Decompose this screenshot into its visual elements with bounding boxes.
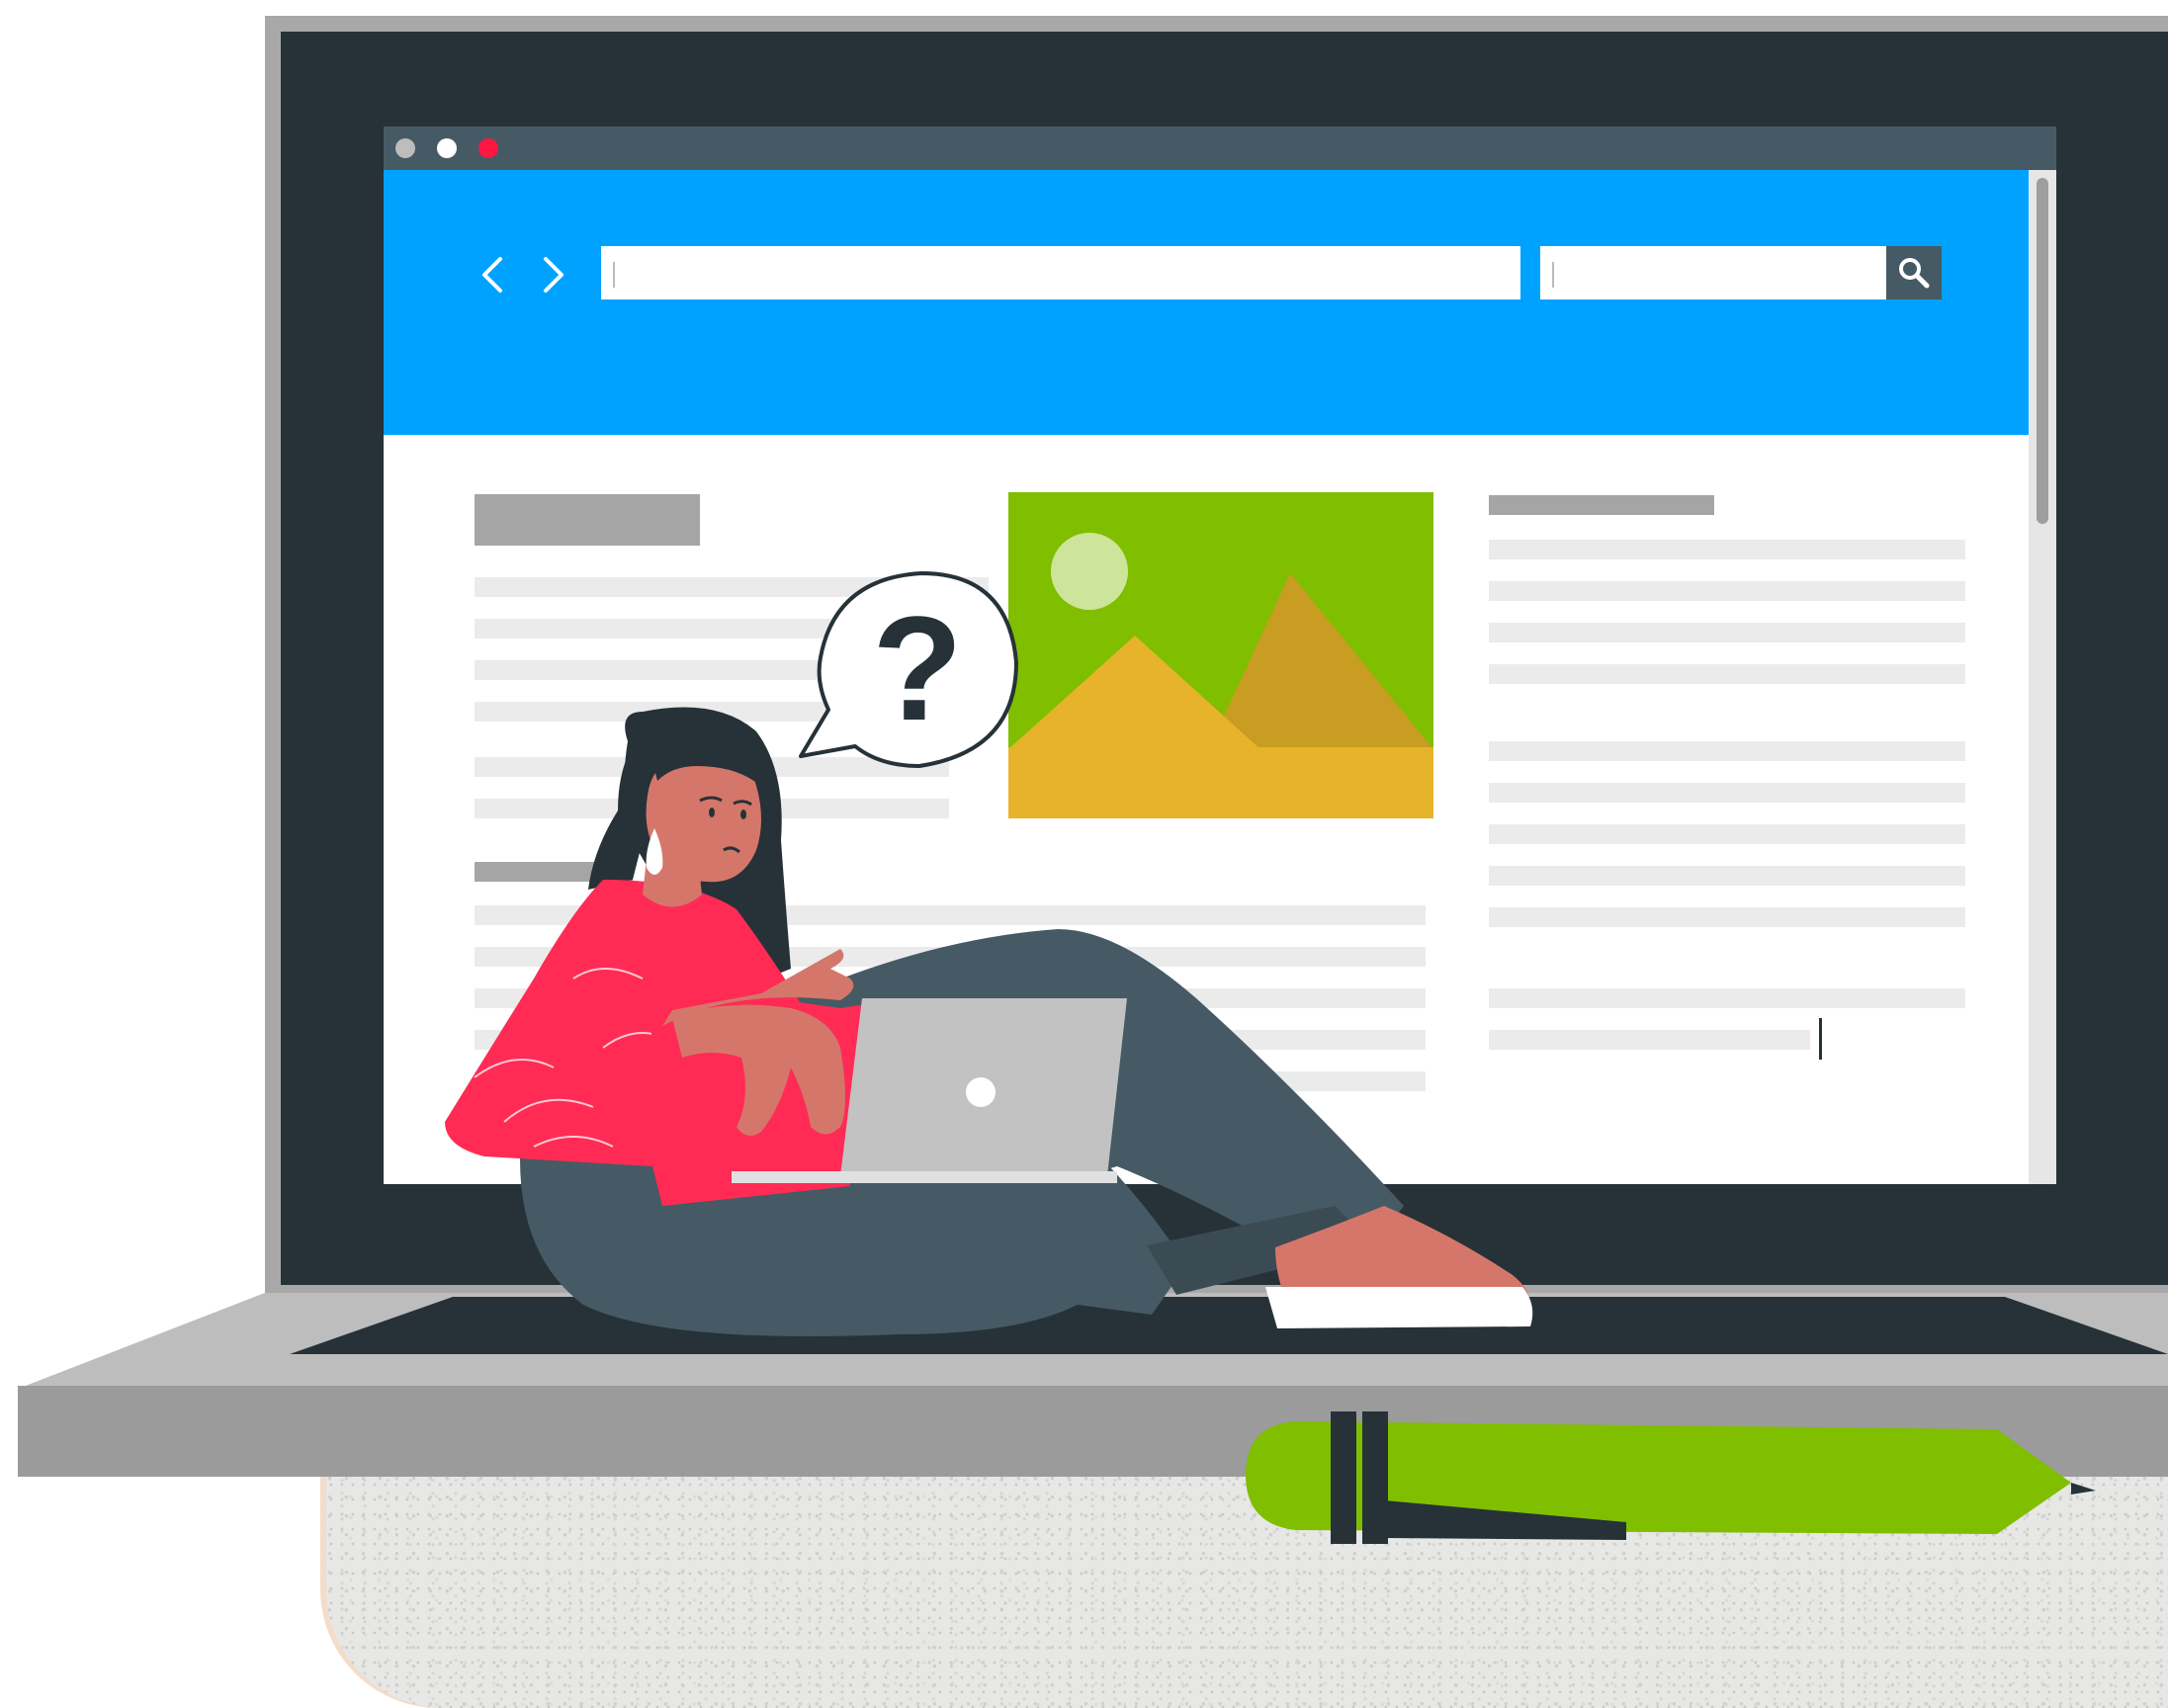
window-dot-close[interactable] [478,138,498,158]
search-input-caret [1552,262,1554,288]
window-dot-minimize[interactable] [395,138,415,158]
illustration-scene: ? [0,0,2168,1708]
speech-bubble: ? [799,571,1018,768]
chevron-right-icon [544,257,564,293]
address-bar-caret [613,262,615,288]
search-input[interactable] [1540,246,1886,299]
forward-button[interactable] [534,251,573,299]
question-mark-label: ? [872,585,963,751]
article-heading-placeholder [475,494,700,546]
pen-icon [1246,1411,2096,1544]
scrollbar-thumb[interactable] [2037,178,2048,524]
sidebar-heading-placeholder [1489,495,1714,515]
circle-logo-icon [966,1077,996,1107]
browser-toolbar [384,170,2056,435]
window-dot-maximize[interactable] [437,138,457,158]
chevron-left-icon [482,257,502,293]
browser-titlebar [384,127,2056,170]
address-bar[interactable] [601,246,1520,299]
text-cursor [1819,1018,1822,1060]
search-button[interactable] [1886,246,1942,299]
search-icon [1899,258,1930,289]
back-button[interactable] [473,251,512,299]
